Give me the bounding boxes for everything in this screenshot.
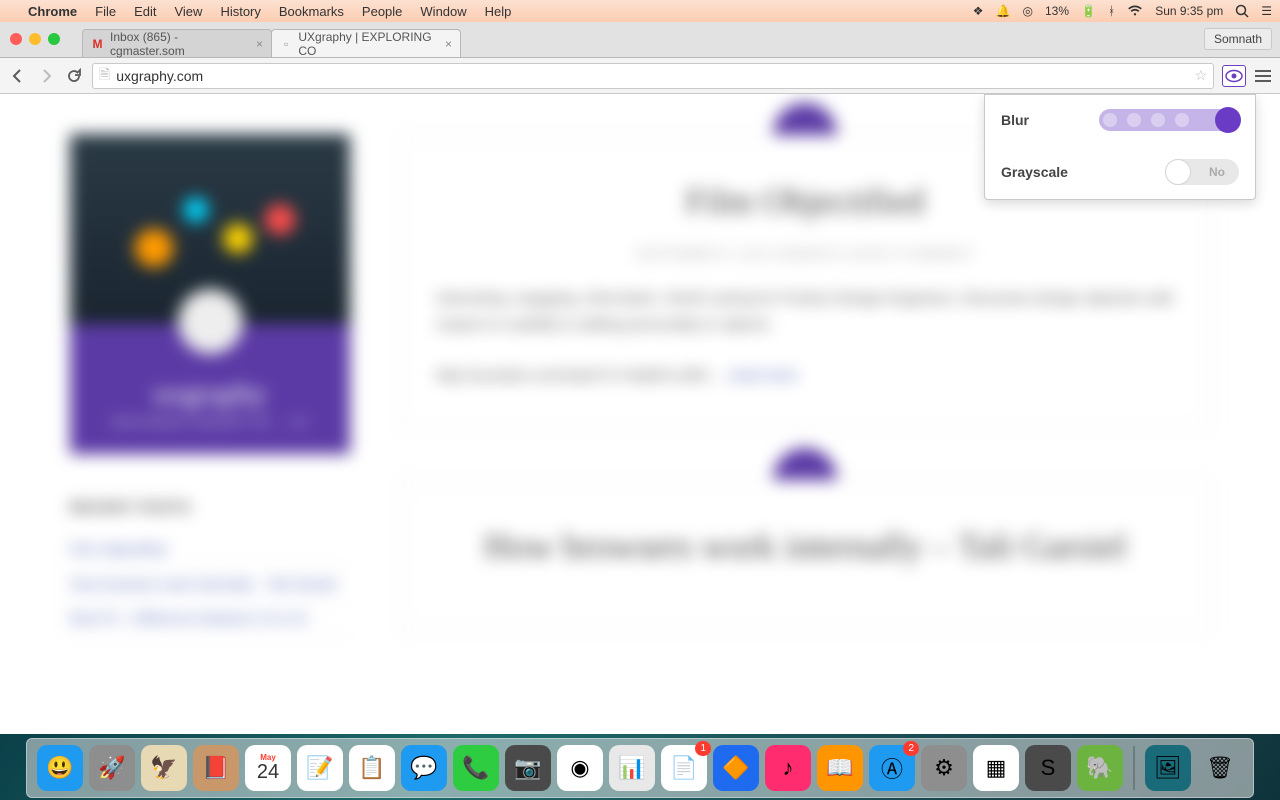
recent-post-link[interactable]: How browsers work internally – Tali Gars… — [70, 568, 350, 603]
menu-edit[interactable]: Edit — [134, 4, 156, 19]
dock-itunes-icon[interactable]: ♪ — [765, 745, 811, 791]
extension-popup: Blur Grayscale No — [984, 94, 1256, 200]
tab-uxgraphy[interactable]: ▫ UXgraphy | EXPLORING CO × — [271, 29, 461, 57]
post-format-icon — [773, 448, 837, 480]
dock-contacts-icon[interactable]: 📕 — [193, 745, 239, 791]
slider-knob[interactable] — [1215, 107, 1241, 133]
page-favicon-icon: ▫ — [280, 37, 292, 51]
tab-title: UXgraphy | EXPLORING CO — [298, 30, 435, 58]
notification-center-icon[interactable]: ☰ — [1261, 4, 1272, 18]
dock-pages-icon[interactable]: 📄1 — [661, 745, 707, 791]
dock-trash-icon[interactable]: 🗑 — [1197, 745, 1243, 791]
dock-ibooks-icon[interactable]: 📖 — [817, 745, 863, 791]
dock-preview-icon[interactable]: 🖼 — [1145, 745, 1191, 791]
reload-button[interactable] — [64, 66, 84, 86]
profile-button[interactable]: Somnath — [1204, 28, 1272, 50]
menu-bookmarks[interactable]: Bookmarks — [279, 4, 344, 19]
back-button[interactable] — [8, 66, 28, 86]
close-tab-icon[interactable]: × — [445, 37, 452, 51]
recent-post-link[interactable]: Best Fit – Difference between UI & UX — [70, 602, 350, 637]
site-title: uxgraphy — [153, 377, 266, 411]
menu-app-name[interactable]: Chrome — [28, 4, 77, 19]
desktop-strip: 😃🚀🦅📕May24📝📋💬📞📷◉📊📄1🔶♪📖Ⓐ2⚙▦S🐘 🖼🗑 — [0, 734, 1280, 800]
tab-inbox[interactable]: M Inbox (865) - cgmaster.som × — [82, 29, 272, 57]
gmail-favicon-icon: M — [91, 37, 104, 51]
spotlight-icon[interactable] — [1235, 4, 1249, 18]
chrome-tabstrip: M Inbox (865) - cgmaster.som × ▫ UXgraph… — [0, 22, 1280, 58]
browser-viewport: uxgraphy EXPLORING CONCEPT OF ... UX REC… — [0, 94, 1280, 736]
battery-icon[interactable]: 🔋 — [1081, 4, 1096, 18]
chrome-menu-button[interactable] — [1254, 70, 1272, 82]
menu-window[interactable]: Window — [420, 4, 466, 19]
grayscale-toggle[interactable]: No — [1165, 159, 1239, 185]
blur-label: Blur — [1001, 112, 1029, 128]
grayscale-label: Grayscale — [1001, 164, 1068, 180]
menu-people[interactable]: People — [362, 4, 402, 19]
minimize-window-button[interactable] — [29, 33, 41, 45]
dock-launchpad-icon[interactable]: 🚀 — [89, 745, 135, 791]
tab-title: Inbox (865) - cgmaster.som — [110, 30, 246, 58]
dock-reminders-icon[interactable]: 📋 — [349, 745, 395, 791]
window-controls — [10, 33, 60, 45]
dock: 😃🚀🦅📕May24📝📋💬📞📷◉📊📄1🔶♪📖Ⓐ2⚙▦S🐘 🖼🗑 — [26, 738, 1254, 798]
read-more-link[interactable]: read more — [729, 367, 797, 384]
post-excerpt: Interesting, engaging, informative. Wort… — [436, 286, 1174, 388]
blur-slider[interactable] — [1099, 109, 1239, 131]
address-bar[interactable]: 🗎 uxgraphy.com ☆ — [92, 63, 1214, 89]
dock-facetime-icon[interactable]: 📞 — [453, 745, 499, 791]
dock-mail-icon[interactable]: 🦅 — [141, 745, 187, 791]
dock-keynote-icon[interactable]: 🔶 — [713, 745, 759, 791]
dock-finder-icon[interactable]: 😃 — [37, 745, 83, 791]
dock-notes-icon[interactable]: 📝 — [297, 745, 343, 791]
blog-post: How browsers work internally – Tali Gars… — [400, 479, 1210, 633]
mac-menubar: Chrome File Edit View History Bookmarks … — [0, 0, 1280, 22]
maximize-window-button[interactable] — [48, 33, 60, 45]
toggle-knob[interactable] — [1165, 159, 1191, 185]
menu-history[interactable]: History — [220, 4, 260, 19]
evernote-menubar-icon[interactable]: ❖ — [973, 4, 984, 18]
dock-messages-icon[interactable]: 💬 — [401, 745, 447, 791]
forward-button[interactable] — [36, 66, 56, 86]
dock-photobooth-icon[interactable]: 📷 — [505, 745, 551, 791]
menu-help[interactable]: Help — [485, 4, 512, 19]
dock-appstore-icon[interactable]: Ⓐ2 — [869, 745, 915, 791]
url-text: uxgraphy.com — [116, 68, 203, 84]
bookmark-star-icon[interactable]: ☆ — [1194, 67, 1207, 84]
toggle-value: No — [1209, 165, 1225, 179]
close-window-button[interactable] — [10, 33, 22, 45]
site-tagline: EXPLORING CONCEPT OF ... UX — [112, 417, 309, 429]
dock-badge: 1 — [695, 741, 711, 756]
sync-icon[interactable]: ◎ — [1023, 4, 1033, 18]
wifi-icon[interactable] — [1127, 5, 1143, 17]
post-meta: SEPTEMBER 8, 2014 SOMNATH LEAVE A COMMEN… — [436, 247, 1174, 261]
dock-sublime-icon[interactable]: S — [1025, 745, 1071, 791]
dock-badge: 2 — [903, 741, 919, 756]
dock-creative-icon[interactable]: ▦ — [973, 745, 1019, 791]
dock-settings-icon[interactable]: ⚙ — [921, 745, 967, 791]
notifications-icon[interactable]: 🔔 — [996, 4, 1011, 18]
recent-posts-heading: RECENT POSTS — [70, 499, 350, 515]
blur-extension-button[interactable] — [1222, 65, 1246, 87]
post-title[interactable]: How browsers work internally – Tali Gars… — [436, 525, 1174, 567]
page-icon: 🗎 — [99, 64, 110, 88]
dock-evernote-icon[interactable]: 🐘 — [1077, 745, 1123, 791]
dock-separator — [1133, 746, 1135, 790]
bluetooth-icon[interactable]: ᚼ — [1108, 4, 1115, 18]
avatar — [178, 289, 243, 354]
post-format-icon — [773, 103, 837, 135]
clock[interactable]: Sun 9:35 pm — [1155, 4, 1223, 18]
recent-post-link[interactable]: Film Objectified — [70, 533, 350, 568]
battery-percent[interactable]: 13% — [1045, 4, 1069, 18]
close-tab-icon[interactable]: × — [256, 37, 263, 51]
dock-calendar-icon[interactable]: May24 — [245, 745, 291, 791]
menu-view[interactable]: View — [174, 4, 202, 19]
chrome-toolbar: 🗎 uxgraphy.com ☆ — [0, 58, 1280, 94]
menu-file[interactable]: File — [95, 4, 116, 19]
dock-chrome-icon[interactable]: ◉ — [557, 745, 603, 791]
site-header-card: uxgraphy EXPLORING CONCEPT OF ... UX — [70, 134, 350, 454]
dock-numbers-icon[interactable]: 📊 — [609, 745, 655, 791]
